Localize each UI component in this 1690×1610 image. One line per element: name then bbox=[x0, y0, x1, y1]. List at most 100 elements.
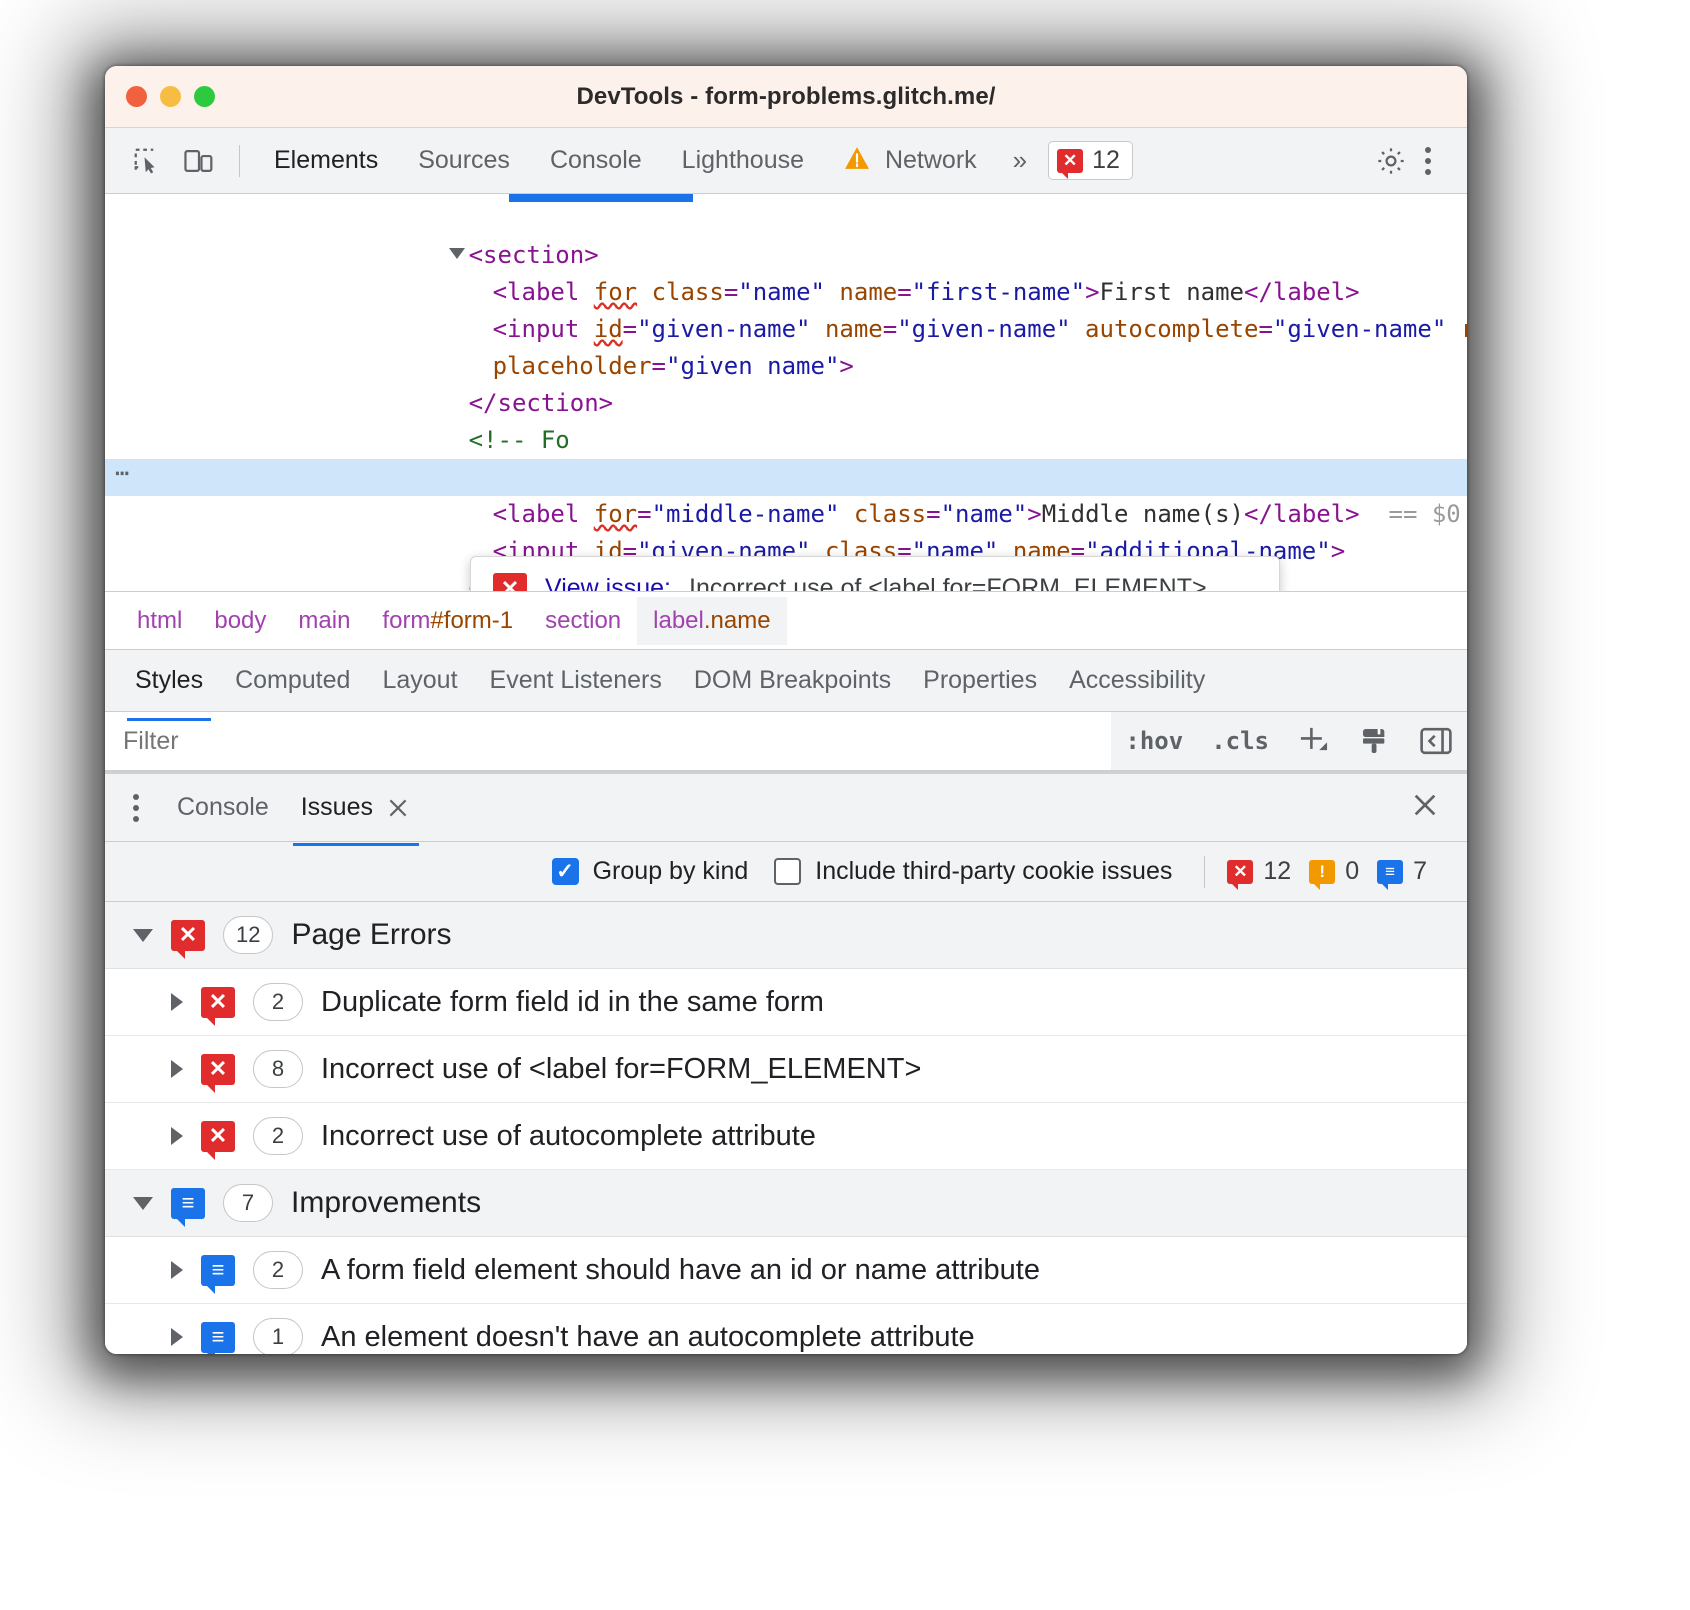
tab-layout[interactable]: Layout bbox=[366, 653, 473, 708]
issue-label: An element doesn't have an autocomplete … bbox=[321, 1321, 975, 1354]
issues-options-row: Group by kind Include third-party cookie… bbox=[105, 842, 1467, 902]
error-badge-icon: ✕ bbox=[493, 573, 527, 592]
panel-tab-network[interactable]: Network bbox=[824, 132, 997, 189]
issue-count-badge: 1 bbox=[253, 1318, 303, 1354]
toolbar-right-group bbox=[1365, 139, 1453, 183]
error-count-group[interactable]: ✕ 12 bbox=[1227, 857, 1291, 886]
collapse-twisty-icon[interactable] bbox=[133, 929, 153, 942]
issue-label: Incorrect use of <label for=FORM_ELEMENT… bbox=[321, 1053, 921, 1086]
drawer-tab-issues[interactable]: Issues bbox=[285, 781, 427, 834]
issue-group-label: Page Errors bbox=[291, 918, 451, 952]
breadcrumb-item-html[interactable]: html bbox=[121, 597, 198, 645]
error-badge-icon: ✕ bbox=[201, 1121, 235, 1152]
issue-row[interactable]: ✕ 2 Duplicate form field id in the same … bbox=[105, 969, 1467, 1036]
issue-count-badge: 7 bbox=[223, 1184, 273, 1222]
issue-row[interactable]: ✕ 2 Incorrect use of autocomplete attrib… bbox=[105, 1103, 1467, 1170]
breadcrumb-item-main[interactable]: main bbox=[282, 597, 366, 645]
info-badge-icon: ≡ bbox=[201, 1322, 235, 1353]
dom-row[interactable]: </section> bbox=[105, 348, 1467, 385]
close-tab-icon[interactable] bbox=[385, 795, 411, 821]
issue-count-badge: 2 bbox=[253, 983, 303, 1021]
more-panels-icon[interactable]: » bbox=[997, 145, 1040, 176]
tab-computed[interactable]: Computed bbox=[219, 653, 366, 708]
collapse-twisty-icon[interactable] bbox=[133, 1197, 153, 1210]
breadcrumb-item-section[interactable]: section bbox=[529, 597, 637, 645]
breadcrumb[interactable]: html body main form#form-1 section label… bbox=[105, 592, 1467, 650]
hov-toggle-button[interactable]: :hov bbox=[1111, 727, 1197, 755]
warning-triangle-icon bbox=[844, 146, 870, 170]
third-party-cookies-checkbox[interactable] bbox=[774, 858, 801, 885]
drawer-tab-bar: Console Issues bbox=[105, 774, 1467, 842]
window-title-bar: DevTools - form-problems.glitch.me/ bbox=[105, 66, 1467, 128]
plus-new-style-rule-icon[interactable] bbox=[1283, 724, 1345, 758]
show-sidebar-icon[interactable] bbox=[1405, 725, 1467, 757]
styles-sidebar-tabs: Styles Computed Layout Event Listeners D… bbox=[105, 650, 1467, 712]
styles-filter-bar: :hov .cls bbox=[105, 712, 1467, 771]
dom-tree[interactable]: <section> <label for class="name" name="… bbox=[105, 194, 1467, 592]
issue-count-badge: 12 bbox=[223, 916, 273, 954]
row-actions-icon[interactable]: ⋯ bbox=[115, 455, 131, 492]
expand-twisty-icon[interactable] bbox=[171, 1060, 183, 1078]
kebab-menu-icon[interactable] bbox=[1421, 147, 1453, 175]
group-by-kind-label: Group by kind bbox=[593, 857, 749, 886]
issue-label: Incorrect use of autocomplete attribute bbox=[321, 1120, 816, 1153]
breadcrumb-item-body[interactable]: body bbox=[198, 597, 282, 645]
expand-twisty-icon[interactable] bbox=[171, 1261, 183, 1279]
gear-icon[interactable] bbox=[1365, 139, 1417, 183]
drawer-tab-console[interactable]: Console bbox=[161, 781, 285, 834]
expand-twisty-icon[interactable] bbox=[171, 993, 183, 1011]
panel-tab-lighthouse[interactable]: Lighthouse bbox=[662, 132, 824, 189]
group-by-kind-option[interactable]: Group by kind bbox=[552, 857, 749, 886]
expand-twisty-icon[interactable] bbox=[171, 1328, 183, 1346]
info-count-value: 7 bbox=[1413, 857, 1427, 886]
error-badge-icon: ✕ bbox=[1227, 860, 1253, 884]
panel-tab-sources[interactable]: Sources bbox=[398, 132, 530, 189]
view-issue-link[interactable]: View issue: bbox=[545, 570, 671, 592]
issue-count-badge: 8 bbox=[253, 1050, 303, 1088]
warning-count-group[interactable]: ! 0 bbox=[1309, 857, 1359, 886]
issues-list[interactable]: ✕ 12 Page Errors ✕ 2 Duplicate form fiel… bbox=[105, 902, 1467, 1354]
group-by-kind-checkbox[interactable] bbox=[552, 858, 579, 885]
tab-accessibility[interactable]: Accessibility bbox=[1053, 653, 1221, 708]
issue-tooltip[interactable]: ✕ View issue: Incorrect use of <label fo… bbox=[470, 556, 1280, 592]
search-input[interactable] bbox=[105, 712, 1111, 770]
issue-group-page-errors[interactable]: ✕ 12 Page Errors bbox=[105, 902, 1467, 969]
tab-event-listeners[interactable]: Event Listeners bbox=[474, 653, 678, 708]
issue-group-improvements[interactable]: ≡ 7 Improvements bbox=[105, 1170, 1467, 1237]
dom-row[interactable]: <input id="given-name" name="given-name"… bbox=[105, 274, 1467, 311]
error-count-pill[interactable]: ✕ 12 bbox=[1048, 141, 1133, 180]
dom-row[interactable]: <section> bbox=[105, 200, 1467, 237]
third-party-cookies-option[interactable]: Include third-party cookie issues bbox=[774, 857, 1172, 886]
screenshot-root: DevTools - form-problems.glitch.me/ Elem… bbox=[0, 0, 1690, 1610]
tab-properties[interactable]: Properties bbox=[907, 653, 1053, 708]
paint-brush-icon[interactable] bbox=[1345, 725, 1405, 757]
dom-row[interactable]: <!-- Fo bbox=[105, 385, 1467, 422]
panel-tab-console[interactable]: Console bbox=[530, 132, 662, 189]
dom-row[interactable]: placeholder="given name"> bbox=[105, 311, 1467, 348]
tab-dom-breakpoints[interactable]: DOM Breakpoints bbox=[678, 653, 907, 708]
breadcrumb-item-label[interactable]: label.name bbox=[637, 597, 786, 645]
info-badge-icon: ≡ bbox=[1377, 860, 1403, 884]
cls-toggle-button[interactable]: .cls bbox=[1197, 727, 1283, 755]
error-badge-icon: ✕ bbox=[171, 920, 205, 951]
device-toolbar-icon[interactable] bbox=[173, 139, 225, 183]
panel-tab-elements[interactable]: Elements bbox=[254, 132, 398, 189]
info-count-group[interactable]: ≡ 7 bbox=[1377, 857, 1427, 886]
dom-row-selected[interactable]: ⋯<label for="middle-name" class="name">M… bbox=[105, 459, 1467, 496]
breadcrumb-item-form[interactable]: form#form-1 bbox=[366, 597, 529, 645]
more-options-icon[interactable] bbox=[129, 794, 161, 822]
issue-row[interactable]: ≡ 1 An element doesn't have an autocompl… bbox=[105, 1304, 1467, 1354]
issue-count-badge: 2 bbox=[253, 1117, 303, 1155]
issue-tooltip-description: Incorrect use of <label for=FORM_ELEMENT… bbox=[689, 570, 1207, 592]
tab-styles[interactable]: Styles bbox=[119, 653, 219, 708]
close-drawer-icon[interactable] bbox=[1409, 789, 1467, 826]
issue-row[interactable]: ✕ 8 Incorrect use of <label for=FORM_ELE… bbox=[105, 1036, 1467, 1103]
issue-count-badge: 2 bbox=[253, 1251, 303, 1289]
issue-row[interactable]: ≡ 2 A form field element should have an … bbox=[105, 1237, 1467, 1304]
devtools-window: DevTools - form-problems.glitch.me/ Elem… bbox=[105, 66, 1467, 1354]
inspect-element-icon[interactable] bbox=[121, 139, 173, 183]
dom-row[interactable]: <label for class="name" name="first-name… bbox=[105, 237, 1467, 274]
expand-twisty-icon[interactable] bbox=[171, 1127, 183, 1145]
dom-row[interactable]: <section> bbox=[105, 422, 1467, 459]
dom-row[interactable]: <input id="given-name" class="name" name… bbox=[105, 496, 1467, 533]
